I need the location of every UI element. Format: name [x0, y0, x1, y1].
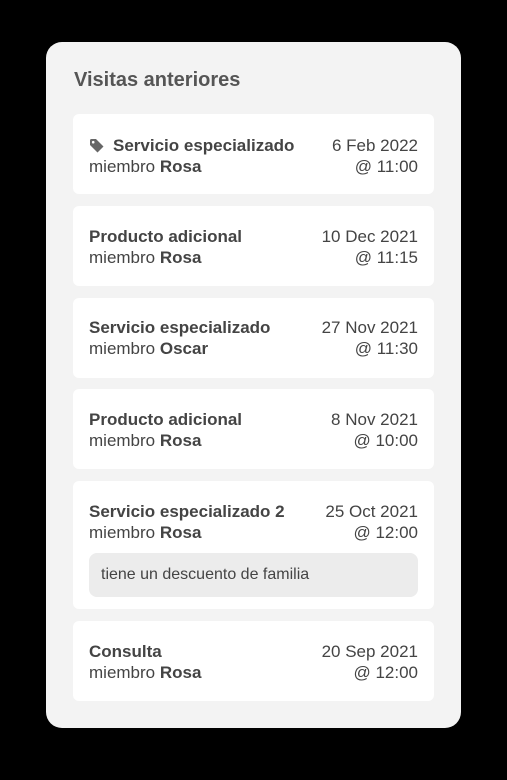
visit-card[interactable]: Servicio especializado 2 miembro Rosa 25… [73, 481, 434, 609]
visit-time: @ 10:00 [353, 431, 418, 450]
visit-card[interactable]: Consulta miembro Rosa 20 Sep 2021 @ 12:0… [73, 621, 434, 701]
visit-date: 20 Sep 2021 [321, 642, 418, 661]
visit-date: 8 Nov 2021 [331, 410, 418, 429]
visit-service: Servicio especializado 2 [89, 502, 285, 521]
visit-service: Producto adicional [89, 227, 243, 246]
visit-card[interactable]: Producto adicional miembro Rosa 8 Nov 20… [73, 389, 434, 469]
visit-time: @ 11:00 [354, 157, 418, 176]
previous-visits-panel: Visitas anteriores Servicio especializad… [46, 42, 461, 728]
visit-member: miembro Rosa [89, 248, 202, 267]
visit-member: miembro Rosa [89, 431, 202, 450]
visit-date: 25 Oct 2021 [325, 502, 418, 521]
visit-card[interactable]: Servicio especializado miembro Rosa 6 Fe… [73, 114, 434, 194]
visit-card[interactable]: Producto adicional miembro Rosa 10 Dec 2… [73, 206, 434, 286]
visit-time: @ 12:00 [353, 523, 418, 542]
visit-member: miembro Rosa [89, 523, 202, 542]
visit-member: miembro Oscar [89, 339, 209, 358]
visit-date: 10 Dec 2021 [321, 227, 418, 246]
visit-service: Servicio especializado [113, 136, 295, 155]
visit-time: @ 11:15 [354, 248, 418, 267]
visit-service: Consulta [89, 642, 162, 661]
visit-time: @ 11:30 [354, 339, 418, 358]
visit-service: Servicio especializado [89, 318, 271, 337]
visit-date: 27 Nov 2021 [321, 318, 418, 337]
panel-title: Visitas anteriores [74, 69, 241, 91]
visit-member: miembro Rosa [89, 157, 202, 176]
visit-service: Producto adicional [89, 410, 243, 429]
visit-member: miembro Rosa [89, 663, 202, 682]
visit-time: @ 12:00 [353, 663, 418, 682]
visit-note: tiene un descuento de familia [89, 553, 418, 597]
tag-icon [90, 138, 104, 152]
visit-date: 6 Feb 2022 [331, 136, 418, 155]
visit-card[interactable]: Servicio especializado miembro Oscar 27 … [73, 298, 434, 378]
